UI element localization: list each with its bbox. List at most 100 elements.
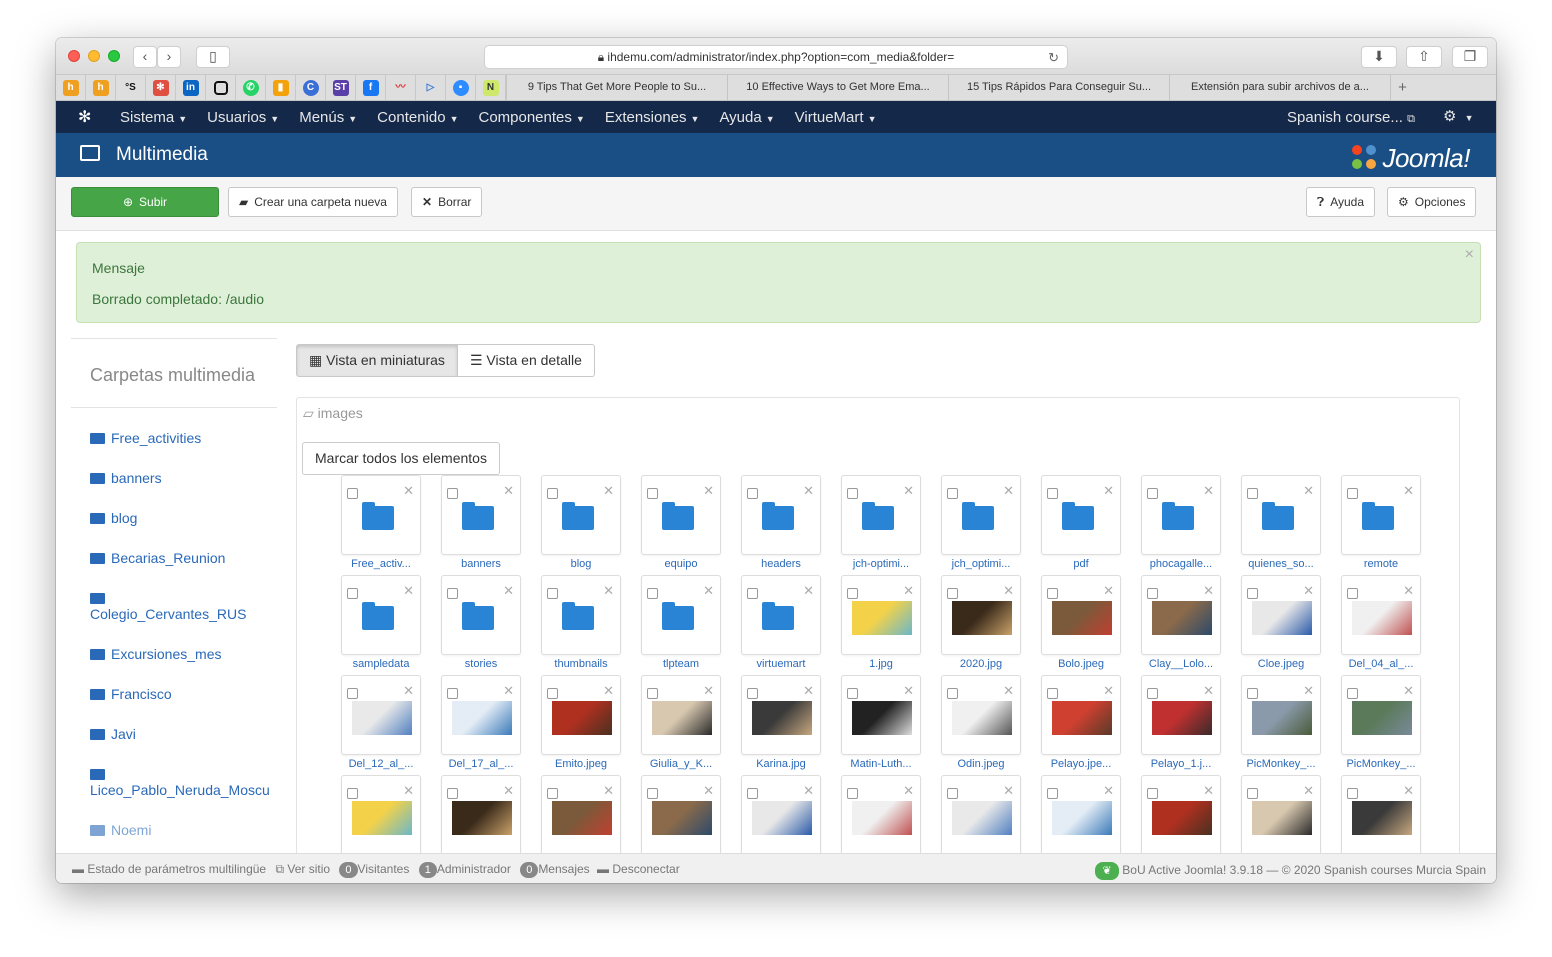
pinned-tab-play-icon[interactable]: ▷ [416, 75, 446, 100]
delete-button[interactable]: ✕ Borrar [411, 187, 483, 217]
item-caption[interactable]: Giulia_y_K... [641, 758, 721, 770]
pinned-tab-joomla-icon[interactable]: ✻ [146, 75, 176, 100]
view-site-link[interactable]: Spanish course... ⧉ [1287, 109, 1415, 126]
menu-extensiones[interactable]: Extensiones ▼ [605, 109, 700, 126]
item-thumbnail[interactable]: ✕ [741, 675, 821, 755]
item-checkbox[interactable] [747, 688, 758, 699]
item-thumbnail[interactable]: ✕ [441, 775, 521, 855]
item-checkbox[interactable] [1347, 588, 1358, 599]
delete-item-icon[interactable]: ✕ [903, 783, 914, 799]
item-caption[interactable]: quienes_so... [1241, 558, 1321, 570]
browser-tab[interactable]: 9 Tips That Get More People to Su... [506, 75, 727, 100]
delete-item-icon[interactable]: ✕ [1303, 783, 1314, 799]
item-checkbox[interactable] [1147, 588, 1158, 599]
item-thumbnail[interactable]: ✕ [541, 475, 621, 555]
image-item[interactable]: ✕ Del_12_al_... [341, 675, 421, 775]
breadcrumb-label[interactable]: images [318, 405, 363, 421]
delete-item-icon[interactable]: ✕ [1403, 583, 1414, 599]
share-icon[interactable]: ⇧ [1406, 46, 1442, 68]
item-thumbnail[interactable]: ✕ [741, 475, 821, 555]
item-thumbnail[interactable]: ✕ [341, 675, 421, 755]
image-item[interactable]: ✕ Del_04_al_... [1341, 575, 1421, 675]
delete-item-icon[interactable]: ✕ [803, 783, 814, 799]
item-checkbox[interactable] [647, 688, 658, 699]
item-thumbnail[interactable]: ✕ [741, 575, 821, 655]
menu-ayuda[interactable]: Ayuda ▼ [719, 109, 774, 126]
pinned-tab-facebook-icon[interactable]: f [356, 75, 386, 100]
item-checkbox[interactable] [747, 488, 758, 499]
item-thumbnail[interactable]: ✕ [641, 575, 721, 655]
folder-item[interactable]: ✕ jch_optimi... [941, 475, 1021, 575]
delete-item-icon[interactable]: ✕ [503, 583, 514, 599]
reload-icon[interactable]: ↻ [1048, 46, 1059, 69]
image-item[interactable]: ✕ PicMonkey_... [1341, 675, 1421, 775]
item-thumbnail[interactable]: ✕ [1141, 575, 1221, 655]
delete-item-icon[interactable]: ✕ [403, 683, 414, 699]
item-checkbox[interactable] [1347, 688, 1358, 699]
menu-componentes[interactable]: Componentes ▼ [478, 109, 584, 126]
item-thumbnail[interactable]: ✕ [1241, 675, 1321, 755]
item-thumbnail[interactable]: ✕ [441, 475, 521, 555]
new-folder-button[interactable]: ▰ Crear una carpeta nueva [228, 187, 398, 217]
folder-item[interactable]: ✕ jch-optimi... [841, 475, 921, 575]
menu-usuarios[interactable]: Usuarios ▼ [207, 109, 279, 126]
item-caption[interactable]: banners [441, 558, 521, 570]
sidebar-folder[interactable]: Francisco [71, 686, 277, 702]
browser-tab[interactable]: 15 Tips Rápidos Para Conseguir Su... [948, 75, 1169, 100]
delete-item-icon[interactable]: ✕ [1403, 483, 1414, 499]
item-caption[interactable]: stories [441, 658, 521, 670]
item-checkbox[interactable] [447, 688, 458, 699]
item-checkbox[interactable] [1047, 588, 1058, 599]
item-thumbnail[interactable]: ✕ [1341, 675, 1421, 755]
item-caption[interactable]: phocagalle... [1141, 558, 1221, 570]
item-checkbox[interactable] [1147, 688, 1158, 699]
image-item[interactable]: ✕ Bolo.jpeg [1041, 575, 1121, 675]
delete-item-icon[interactable]: ✕ [903, 483, 914, 499]
item-thumbnail[interactable]: ✕ [841, 675, 921, 755]
delete-item-icon[interactable]: ✕ [1003, 683, 1014, 699]
sidebar-folder[interactable]: Excursiones_mes [71, 646, 277, 662]
folder-item[interactable]: ✕ thumbnails [541, 575, 621, 675]
item-caption[interactable]: PicMonkey_... [1241, 758, 1321, 770]
item-thumbnail[interactable]: ✕ [641, 675, 721, 755]
item-thumbnail[interactable]: ✕ [441, 675, 521, 755]
item-checkbox[interactable] [947, 488, 958, 499]
item-checkbox[interactable] [847, 788, 858, 799]
item-thumbnail[interactable]: ✕ [841, 575, 921, 655]
back-button[interactable]: ‹ [133, 46, 157, 68]
item-thumbnail[interactable]: ✕ [1041, 575, 1121, 655]
item-thumbnail[interactable]: ✕ [341, 475, 421, 555]
folder-item[interactable]: ✕ headers [741, 475, 821, 575]
detail-view-button[interactable]: ☰ Vista en detalle [457, 344, 595, 377]
item-thumbnail[interactable]: ✕ [941, 675, 1021, 755]
pinned-tab-st-icon[interactable]: ST [326, 75, 356, 100]
item-thumbnail[interactable]: ✕ [1141, 675, 1221, 755]
folder-item[interactable]: ✕ virtuemart [741, 575, 821, 675]
item-checkbox[interactable] [547, 588, 558, 599]
item-thumbnail[interactable]: ✕ [541, 575, 621, 655]
delete-item-icon[interactable]: ✕ [1403, 683, 1414, 699]
forward-button[interactable]: › [157, 46, 181, 68]
delete-item-icon[interactable]: ✕ [703, 783, 714, 799]
item-caption[interactable]: Del_04_al_... [1341, 658, 1421, 670]
item-caption[interactable]: jch-optimi... [841, 558, 921, 570]
item-checkbox[interactable] [1147, 488, 1158, 499]
item-checkbox[interactable] [1047, 688, 1058, 699]
delete-item-icon[interactable]: ✕ [903, 583, 914, 599]
pinned-tab-s-icon[interactable]: °S [116, 75, 146, 100]
delete-item-icon[interactable]: ✕ [603, 483, 614, 499]
image-item[interactable]: ✕ Karina.jpg [741, 675, 821, 775]
pinned-tab-analytics-icon[interactable]: ▮ [266, 75, 296, 100]
pinned-tab-h2-icon[interactable]: h [86, 75, 116, 100]
item-thumbnail[interactable]: ✕ [341, 575, 421, 655]
pinned-tab-c-icon[interactable]: C [296, 75, 326, 100]
delete-item-icon[interactable]: ✕ [703, 483, 714, 499]
item-checkbox[interactable] [947, 788, 958, 799]
address-bar[interactable]: 🔒︎ ihdemu.com/administrator/index.php?op… [484, 45, 1068, 69]
item-checkbox[interactable] [1347, 488, 1358, 499]
folder-item[interactable]: ✕ Free_activ... [341, 475, 421, 575]
folder-item[interactable]: ✕ tlpteam [641, 575, 721, 675]
item-caption[interactable]: pdf [1041, 558, 1121, 570]
item-caption[interactable]: PicMonkey_... [1341, 758, 1421, 770]
item-caption[interactable]: 2020.jpg [941, 658, 1021, 670]
